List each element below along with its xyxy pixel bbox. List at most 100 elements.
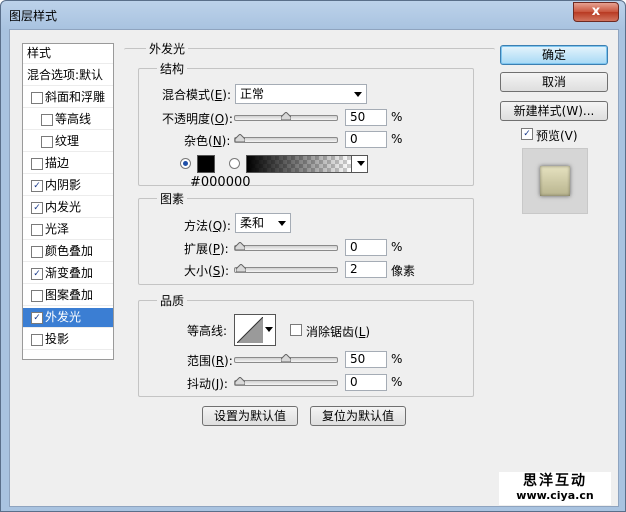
spread-slider[interactable]: [234, 242, 338, 251]
elements-title: 图素: [157, 190, 188, 207]
style-item-checkbox[interactable]: ✓: [31, 202, 43, 214]
slider-thumb-icon[interactable]: [235, 242, 245, 250]
cancel-button[interactable]: 取消: [500, 72, 608, 92]
style-preview-thumbnail: [522, 148, 588, 214]
color-swatch[interactable]: [197, 155, 215, 173]
slider-thumb-icon[interactable]: [236, 264, 246, 272]
opacity-field[interactable]: 50: [345, 109, 387, 126]
slider-thumb-icon[interactable]: [281, 354, 291, 362]
quality-title: 品质: [157, 292, 188, 309]
style-item[interactable]: 等高线: [23, 110, 113, 130]
style-item[interactable]: 纹理: [23, 132, 113, 152]
style-item-label: 图案叠加: [45, 288, 94, 302]
style-item-label: 纹理: [55, 134, 80, 148]
style-item[interactable]: 投影: [23, 330, 113, 350]
title-bar[interactable]: 图层样式 x: [1, 1, 625, 29]
contour-label: 等高线:: [187, 324, 228, 338]
style-item-checkbox[interactable]: ✓: [31, 268, 43, 280]
size-slider[interactable]: [234, 264, 338, 273]
style-item-label: 外发光: [45, 310, 82, 324]
style-item-label: 投影: [45, 332, 70, 346]
style-item[interactable]: 斜面和浮雕: [23, 88, 113, 108]
style-item-checkbox[interactable]: [31, 224, 43, 236]
style-item-checkbox[interactable]: [31, 334, 43, 346]
close-button[interactable]: x: [573, 2, 619, 22]
preview-checkbox[interactable]: ✓: [521, 128, 533, 140]
style-item-checkbox[interactable]: [31, 158, 43, 170]
size-unit: 像素: [391, 264, 416, 278]
spread-field[interactable]: 0: [345, 239, 387, 256]
chevron-down-icon: [357, 161, 365, 166]
styles-list: 样式 混合选项:默认 斜面和浮雕 等高线 纹理 描边 ✓ 内阴影 ✓ 内发光 光泽 颜色叠加 ✓ 渐变…: [22, 43, 114, 360]
chevron-down-icon: [265, 327, 273, 332]
jitter-unit: %: [391, 375, 403, 389]
window-title: 图层样式: [9, 9, 58, 23]
opacity-slider[interactable]: [234, 112, 338, 121]
style-item[interactable]: 图案叠加: [23, 286, 113, 306]
styles-header[interactable]: 样式: [23, 44, 113, 64]
noise-slider[interactable]: [234, 134, 338, 143]
range-unit: %: [391, 352, 403, 366]
style-item-checkbox[interactable]: ✓: [31, 312, 43, 324]
preview-label: 预览(V): [536, 129, 578, 143]
color-hex-label: #000000: [190, 175, 251, 190]
style-item-checkbox[interactable]: ✓: [31, 180, 43, 192]
gradient-radio[interactable]: [229, 158, 240, 169]
solid-color-radio[interactable]: [180, 158, 191, 169]
new-style-button[interactable]: 新建样式(W)...: [500, 101, 608, 121]
spread-unit: %: [391, 240, 403, 254]
ok-button[interactable]: 确定: [500, 45, 608, 65]
chevron-down-icon: [278, 221, 286, 226]
noise-field[interactable]: 0: [345, 131, 387, 148]
jitter-label: 抖动(J):: [187, 377, 228, 391]
slider-thumb-icon[interactable]: [235, 377, 245, 385]
style-item[interactable]: ✓ 内发光: [23, 198, 113, 218]
gradient-preview: [247, 156, 351, 172]
style-item-checkbox[interactable]: [31, 246, 43, 258]
slider-thumb-icon[interactable]: [235, 134, 245, 142]
size-label: 大小(S):: [184, 264, 230, 278]
range-label: 范围(R):: [187, 354, 233, 368]
style-item[interactable]: 颜色叠加: [23, 242, 113, 262]
range-slider[interactable]: [234, 354, 338, 363]
style-item[interactable]: ✓ 渐变叠加: [23, 264, 113, 284]
jitter-field[interactable]: 0: [345, 374, 387, 391]
gradient-dropdown[interactable]: [351, 156, 367, 172]
opacity-unit: %: [391, 110, 403, 124]
watermark-url: www.ciya.cn: [516, 489, 594, 502]
style-item-checkbox[interactable]: [41, 114, 53, 126]
style-item[interactable]: ✓ 外发光: [23, 308, 113, 328]
slider-thumb-icon[interactable]: [281, 112, 291, 120]
noise-unit: %: [391, 132, 403, 146]
blend-mode-select[interactable]: 正常: [235, 84, 367, 104]
contour-picker[interactable]: [234, 314, 276, 346]
style-item-checkbox[interactable]: [41, 136, 53, 148]
style-item[interactable]: 描边: [23, 154, 113, 174]
style-item[interactable]: 光泽: [23, 220, 113, 240]
style-item-label: 描边: [45, 156, 70, 170]
blend-options-item[interactable]: 混合选项:默认: [23, 66, 113, 86]
style-item[interactable]: ✓ 内阴影: [23, 176, 113, 196]
preview-swatch: [540, 166, 570, 196]
style-item-checkbox[interactable]: [31, 290, 43, 302]
reset-default-button[interactable]: 复位为默认值: [310, 406, 406, 426]
watermark-title: 思洋互动: [523, 473, 587, 489]
style-item-label: 颜色叠加: [45, 244, 94, 258]
contour-preview-icon: [237, 317, 263, 343]
style-item-label: 内发光: [45, 200, 82, 214]
close-icon: x: [591, 4, 601, 19]
size-field[interactable]: 2: [345, 261, 387, 278]
style-item-label: 等高线: [55, 112, 92, 126]
antialias-checkbox[interactable]: [290, 324, 302, 336]
make-default-button[interactable]: 设置为默认值: [202, 406, 298, 426]
style-item-label: 渐变叠加: [45, 266, 94, 280]
technique-select[interactable]: 柔和: [235, 213, 291, 233]
chevron-down-icon: [354, 92, 362, 97]
layer-style-dialog: 图层样式 x 样式 混合选项:默认 斜面和浮雕 等高线 纹理 描边 ✓ 内阴影 ✓ 内发光 光泽…: [0, 0, 626, 512]
gradient-picker[interactable]: [246, 155, 368, 173]
style-item-checkbox[interactable]: [31, 92, 43, 104]
jitter-slider[interactable]: [234, 377, 338, 386]
range-field[interactable]: 50: [345, 351, 387, 368]
watermark: 思洋互动 www.ciya.cn: [499, 472, 611, 505]
noise-label: 杂色(N):: [184, 134, 231, 148]
